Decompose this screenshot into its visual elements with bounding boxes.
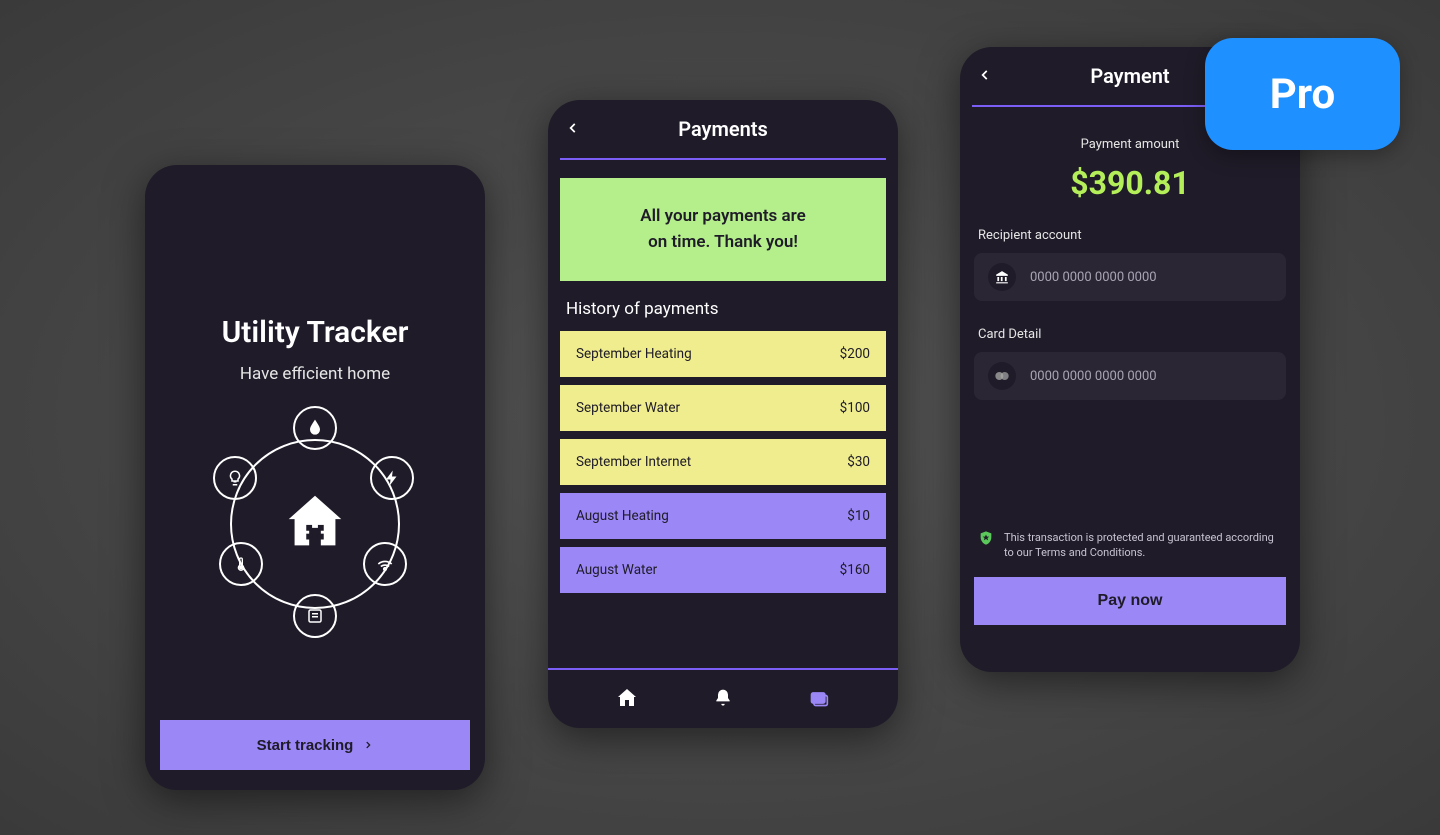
divider (560, 158, 886, 160)
history-row-amount: $160 (840, 562, 870, 578)
nav-notifications-button[interactable] (713, 687, 733, 712)
payments-header: Payments (548, 100, 898, 158)
recipient-label: Recipient account (978, 228, 1282, 243)
payment-history-row[interactable]: August Water $160 (560, 547, 886, 593)
history-row-amount: $10 (847, 508, 870, 524)
app-subtitle: Have efficient home (145, 364, 485, 384)
wifi-icon (363, 542, 407, 586)
start-button-label: Start tracking (257, 737, 354, 754)
history-row-label: September Internet (576, 454, 691, 470)
temperature-icon (219, 542, 263, 586)
start-tracking-button[interactable]: Start tracking (160, 720, 470, 770)
history-heading: History of payments (566, 299, 880, 319)
status-banner: All your payments are on time. Thank you… (560, 178, 886, 281)
bottom-nav (548, 668, 898, 728)
payments-screen: Payments All your payments are on time. … (548, 100, 898, 728)
history-row-amount: $100 (840, 400, 870, 416)
chevron-left-icon (566, 118, 580, 138)
history-row-amount: $30 (847, 454, 870, 470)
app-title: Utility Tracker (145, 315, 485, 350)
history-row-amount: $200 (840, 346, 870, 362)
page-title: Payment (1090, 64, 1169, 88)
history-row-label: September Water (576, 400, 680, 416)
water-icon (293, 406, 337, 450)
protection-note: This transaction is protected and guaran… (978, 530, 1282, 561)
payment-history-row[interactable]: September Internet $30 (560, 439, 886, 485)
nav-home-button[interactable] (615, 686, 639, 713)
onboarding-screen: Utility Tracker Have efficient home Star… (145, 165, 485, 790)
pay-button-label: Pay now (1098, 592, 1163, 610)
electricity-icon (370, 456, 414, 500)
chevron-right-icon (363, 738, 373, 752)
card-brand-icon (988, 362, 1016, 390)
card-placeholder: 0000 0000 0000 0000 (1030, 369, 1272, 384)
payment-amount-value: $390.81 (960, 164, 1300, 202)
history-row-label: August Heating (576, 508, 669, 524)
pay-now-button[interactable]: Pay now (974, 577, 1286, 625)
back-button[interactable] (978, 65, 992, 88)
recipient-placeholder: 0000 0000 0000 0000 (1030, 270, 1272, 285)
payment-history-row[interactable]: September Heating $200 (560, 331, 886, 377)
pro-badge: Pro (1205, 38, 1400, 150)
payment-history-row[interactable]: August Heating $10 (560, 493, 886, 539)
card-detail-input[interactable]: 0000 0000 0000 0000 (974, 352, 1286, 400)
payment-history-row[interactable]: September Water $100 (560, 385, 886, 431)
home-icon (615, 686, 639, 710)
payment-icon (807, 688, 831, 708)
bank-icon (988, 263, 1016, 291)
bulb-icon (213, 456, 257, 500)
nav-payments-button[interactable] (807, 688, 831, 711)
house-icon (280, 487, 350, 561)
card-label: Card Detail (978, 327, 1282, 342)
shield-icon (978, 530, 994, 546)
pro-label: Pro (1270, 70, 1336, 119)
recipient-account-input[interactable]: 0000 0000 0000 0000 (974, 253, 1286, 301)
back-button[interactable] (566, 118, 580, 141)
history-row-label: August Water (576, 562, 657, 578)
utility-diagram (205, 414, 425, 634)
history-row-label: September Heating (576, 346, 692, 362)
chevron-left-icon (978, 65, 992, 85)
bell-icon (713, 687, 733, 709)
page-title: Payments (678, 117, 768, 141)
appliance-icon (293, 594, 337, 638)
